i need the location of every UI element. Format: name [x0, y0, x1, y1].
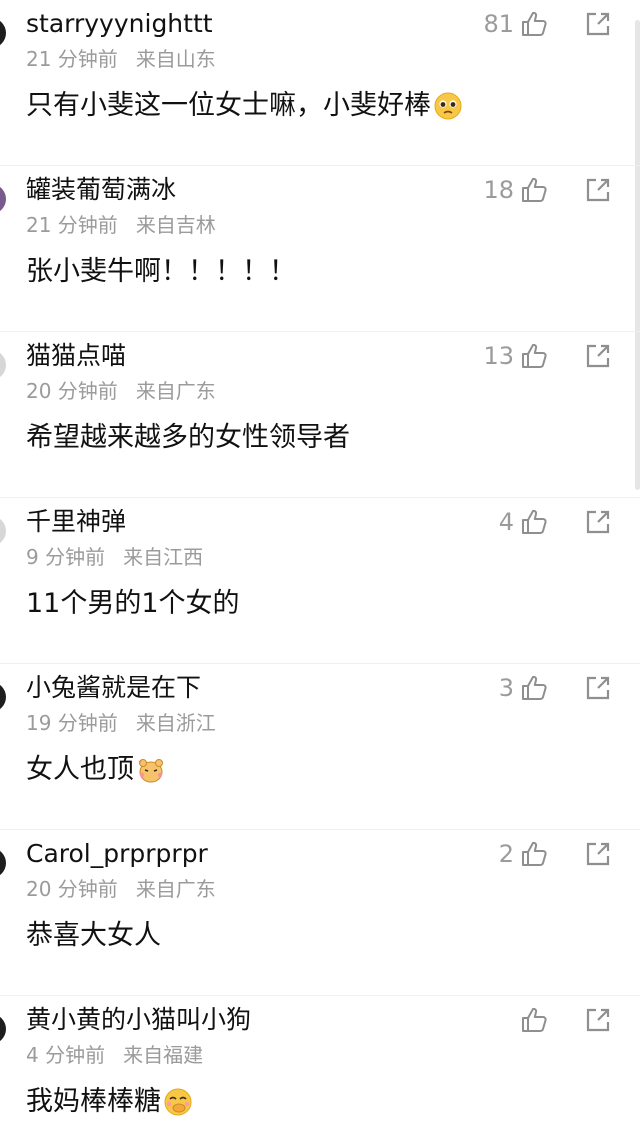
share-icon[interactable] [582, 506, 614, 538]
comment-actions: 18 [480, 174, 640, 206]
avatar[interactable] [0, 184, 6, 214]
comment-meta: 21 分钟前 来自山东 [26, 46, 216, 72]
comment-item: starryyynighttt 21 分钟前 来自山东 只有小斐这一位女士嘛，小斐… [0, 0, 640, 166]
timestamp: 20 分钟前 [26, 379, 118, 403]
timestamp: 19 分钟前 [26, 711, 118, 735]
pleading-face-icon [434, 92, 462, 120]
timestamp: 21 分钟前 [26, 47, 118, 71]
comment-text: 我妈棒棒糖 [26, 1082, 193, 1122]
comment-feed: starryyynighttt 21 分钟前 来自山东 只有小斐这一位女士嘛，小斐… [0, 0, 640, 1148]
comment-item: 罐装葡萄满冰 21 分钟前 来自吉林 张小斐牛啊！！！！！ 18 [0, 166, 640, 332]
comment-item: 黄小黄的小猫叫小狗 4 分钟前 来自福建 我妈棒棒糖 [0, 996, 640, 1148]
comment-text-body: 希望越来越多的女性领导者 [26, 422, 350, 453]
share-icon[interactable] [582, 838, 614, 870]
like-count: 13 [483, 342, 514, 370]
username[interactable]: 小兔酱就是在下 [26, 672, 201, 704]
comment-meta: 20 分钟前 来自广东 [26, 378, 216, 404]
like-count: 18 [483, 176, 514, 204]
username[interactable]: starryyynighttt [26, 8, 213, 40]
like-count: 3 [498, 674, 514, 702]
avatar[interactable] [0, 682, 6, 712]
location: 来自福建 [123, 1043, 204, 1067]
comment-actions: 13 [480, 340, 640, 372]
avatar[interactable] [0, 18, 6, 48]
comment-actions: 2 [480, 838, 640, 870]
like-count: 4 [498, 508, 514, 536]
avatar[interactable] [0, 848, 6, 878]
comment-text-body: 只有小斐这一位女士嘛，小斐好棒 [26, 90, 431, 121]
comment-text: 恭喜大女人 [26, 916, 161, 956]
comment-actions: 3 [480, 672, 640, 704]
hamster-icon [138, 759, 163, 783]
comment-meta: 20 分钟前 来自广东 [26, 876, 216, 902]
location: 来自江西 [123, 545, 204, 569]
thumbs-up-icon[interactable] [518, 174, 550, 206]
like-count: 2 [498, 840, 514, 868]
username[interactable]: 千里神弹 [26, 506, 126, 538]
location: 来自广东 [135, 877, 216, 901]
comment-meta: 21 分钟前 来自吉林 [26, 212, 216, 238]
comment-text: 只有小斐这一位女士嘛，小斐好棒 [26, 86, 463, 126]
username[interactable]: 黄小黄的小猫叫小狗 [26, 1004, 251, 1036]
avatar[interactable] [0, 1014, 6, 1044]
comment-actions: 81 [480, 8, 640, 40]
comment-text: 张小斐牛啊！！！！！ [26, 252, 296, 292]
comment-text: 11个男的1个女的 [26, 584, 240, 624]
location: 来自浙江 [135, 711, 216, 735]
username[interactable]: 罐装葡萄满冰 [26, 174, 176, 206]
giggle-face-icon [164, 1088, 192, 1116]
comment-item: 千里神弹 9 分钟前 来自江西 11个男的1个女的 4 [0, 498, 640, 664]
avatar[interactable] [0, 350, 6, 380]
share-icon[interactable] [582, 1004, 614, 1036]
thumbs-up-icon[interactable] [518, 506, 550, 538]
like-count: 81 [483, 10, 514, 38]
thumbs-up-icon[interactable] [518, 1004, 550, 1036]
location: 来自吉林 [135, 213, 216, 237]
comment-text-body: 11个男的1个女的 [26, 588, 240, 619]
share-icon[interactable] [582, 340, 614, 372]
thumbs-up-icon[interactable] [518, 838, 550, 870]
comment-item: 小兔酱就是在下 19 分钟前 来自浙江 女人也顶 3 [0, 664, 640, 830]
comment-text: 希望越来越多的女性领导者 [26, 418, 350, 458]
thumbs-up-icon[interactable] [518, 672, 550, 704]
comment-item: Carol_prprprpr 20 分钟前 来自广东 恭喜大女人 2 [0, 830, 640, 996]
timestamp: 21 分钟前 [26, 213, 118, 237]
thumbs-up-icon[interactable] [518, 8, 550, 40]
comment-text-body: 女人也顶 [26, 754, 134, 785]
thumbs-up-icon[interactable] [518, 340, 550, 372]
comment-text-body: 恭喜大女人 [26, 920, 161, 951]
comment-text-body: 我妈棒棒糖 [26, 1086, 161, 1117]
share-icon[interactable] [582, 672, 614, 704]
share-icon[interactable] [582, 174, 614, 206]
comment-text: 女人也顶 [26, 750, 166, 790]
avatar[interactable] [0, 516, 6, 546]
comment-actions [480, 1004, 640, 1036]
timestamp: 9 分钟前 [26, 545, 106, 569]
comment-meta: 4 分钟前 来自福建 [26, 1042, 203, 1068]
timestamp: 20 分钟前 [26, 877, 118, 901]
username[interactable]: 猫猫点喵 [26, 340, 126, 372]
timestamp: 4 分钟前 [26, 1043, 106, 1067]
comment-text-body: 张小斐牛啊！！！！！ [26, 256, 296, 287]
share-icon[interactable] [582, 8, 614, 40]
comment-meta: 19 分钟前 来自浙江 [26, 710, 216, 736]
comment-item: 猫猫点喵 20 分钟前 来自广东 希望越来越多的女性领导者 13 [0, 332, 640, 498]
comment-meta: 9 分钟前 来自江西 [26, 544, 203, 570]
comment-actions: 4 [480, 506, 640, 538]
location: 来自广东 [135, 379, 216, 403]
location: 来自山东 [135, 47, 216, 71]
username[interactable]: Carol_prprprpr [26, 838, 208, 870]
